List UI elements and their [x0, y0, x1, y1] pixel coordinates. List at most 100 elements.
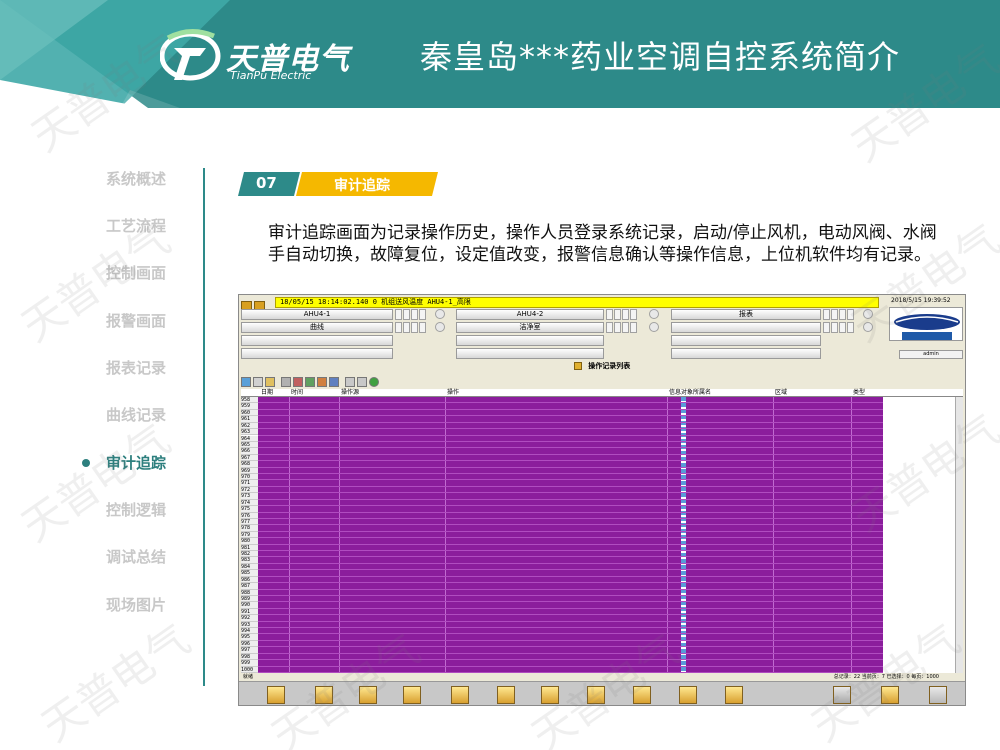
nav-item-site-photos[interactable]: 现场图片 [106, 594, 216, 618]
table-row[interactable] [258, 511, 883, 513]
exit-icon[interactable] [929, 686, 947, 704]
nav-item-trend-records[interactable]: 曲线记录 [106, 404, 216, 428]
table-row[interactable] [258, 421, 883, 423]
col-area[interactable]: 区域 [775, 389, 787, 396]
table-row[interactable] [258, 614, 883, 616]
table-row[interactable] [258, 460, 883, 462]
nav-item-overview[interactable]: 系统概述 [106, 168, 216, 192]
table-row[interactable] [258, 537, 883, 539]
paste-icon[interactable] [357, 377, 367, 387]
table-row[interactable] [258, 659, 883, 661]
nav-item-report-records[interactable]: 报表记录 [106, 357, 216, 381]
nav-item-alarm-screen[interactable]: 报警画面 [106, 310, 216, 334]
table-row[interactable] [258, 447, 883, 449]
table-row[interactable] [258, 440, 883, 442]
blank-button[interactable] [456, 335, 604, 346]
blank-button[interactable] [241, 348, 393, 359]
table-row[interactable] [258, 466, 883, 468]
folder-icon[interactable] [451, 686, 469, 704]
trend-indicator[interactable] [435, 322, 445, 332]
sound-icon[interactable] [881, 686, 899, 704]
log-icon[interactable] [725, 686, 743, 704]
trend-button[interactable]: 曲线 [241, 322, 393, 333]
ahu4-2-indicator[interactable] [649, 309, 659, 319]
table-row[interactable] [258, 485, 883, 487]
table-row[interactable] [258, 639, 883, 641]
table-row[interactable] [258, 492, 883, 494]
table-row[interactable] [258, 530, 883, 532]
col-action[interactable]: 操作 [447, 389, 459, 396]
table-row[interactable] [258, 607, 883, 609]
checkbox-column[interactable] [681, 397, 686, 673]
cleanroom-button[interactable]: 洁净室 [456, 322, 604, 333]
table-row[interactable] [258, 479, 883, 481]
blank-button[interactable] [241, 335, 393, 346]
monitor-icon[interactable] [497, 686, 515, 704]
table-row[interactable] [258, 582, 883, 584]
refresh-icon[interactable] [241, 377, 251, 387]
ahu4-1-button[interactable]: AHU4-1 [241, 309, 393, 320]
chart-icon[interactable] [317, 377, 327, 387]
report-indicator[interactable] [863, 309, 873, 319]
copy-icon[interactable] [345, 377, 355, 387]
col-source[interactable]: 操作源 [341, 389, 359, 396]
table-row[interactable] [258, 550, 883, 552]
nav-item-control-screen[interactable]: 控制画面 [106, 262, 216, 286]
excel-icon[interactable] [305, 377, 315, 387]
table-row[interactable] [258, 524, 883, 526]
process-icon[interactable] [359, 686, 377, 704]
table-row[interactable] [258, 543, 883, 545]
empty-indicator[interactable] [863, 322, 873, 332]
table-row[interactable] [258, 665, 883, 667]
table-row[interactable] [258, 453, 883, 455]
table-row[interactable] [258, 434, 883, 436]
col-date[interactable]: 日期 [261, 389, 273, 396]
table-row[interactable] [258, 646, 883, 648]
table-row[interactable] [258, 415, 883, 417]
empty-button[interactable] [671, 322, 821, 333]
col-type[interactable]: 类型 [853, 389, 865, 396]
table-row[interactable] [258, 428, 883, 430]
table-row[interactable] [258, 594, 883, 596]
table-row[interactable] [258, 556, 883, 558]
col-object[interactable]: 信息对象所属名 [669, 389, 711, 396]
ahu4-2-button[interactable]: AHU4-2 [456, 309, 604, 320]
trend-icon[interactable] [633, 686, 651, 704]
blank-button[interactable] [671, 335, 821, 346]
print-icon[interactable] [253, 377, 263, 387]
cleanroom-indicator[interactable] [649, 322, 659, 332]
sync-icon[interactable] [369, 377, 379, 387]
table-row[interactable] [258, 402, 883, 404]
export-icon[interactable] [293, 377, 303, 387]
alarm-clear-icon[interactable] [679, 686, 697, 704]
table-icon[interactable] [329, 377, 339, 387]
col-time[interactable]: 时间 [291, 389, 303, 396]
table-row[interactable] [258, 408, 883, 410]
nav-item-audit-trail[interactable]: 审计追踪 [106, 452, 216, 476]
table-row[interactable] [258, 498, 883, 500]
home-icon[interactable] [267, 686, 285, 704]
table-row[interactable] [258, 569, 883, 571]
table-row[interactable] [258, 517, 883, 519]
table-row[interactable] [258, 620, 883, 622]
table-row[interactable] [258, 562, 883, 564]
report-button[interactable]: 报表 [671, 309, 821, 320]
table-row[interactable] [258, 473, 883, 475]
control-icon[interactable] [403, 686, 421, 704]
table-row[interactable] [258, 601, 883, 603]
filter-icon[interactable] [281, 377, 291, 387]
nav-item-control-logic[interactable]: 控制逻辑 [106, 499, 216, 523]
overview-icon[interactable] [315, 686, 333, 704]
nav-item-process-flow[interactable]: 工艺流程 [106, 215, 216, 239]
table-row[interactable] [258, 505, 883, 507]
blank-button[interactable] [456, 348, 604, 359]
ahu4-1-indicator[interactable] [435, 309, 445, 319]
user-login-icon[interactable] [833, 686, 851, 704]
table-row[interactable] [258, 627, 883, 629]
grid-scrollbar[interactable] [955, 397, 963, 673]
document-icon[interactable] [541, 686, 559, 704]
table-row[interactable] [258, 575, 883, 577]
save-icon[interactable] [265, 377, 275, 387]
alarm-banner[interactable]: 18/05/15 18:14:02.140 0 机组送风温度 AHU4-1_高限 [275, 297, 879, 308]
blank-button[interactable] [671, 348, 821, 359]
